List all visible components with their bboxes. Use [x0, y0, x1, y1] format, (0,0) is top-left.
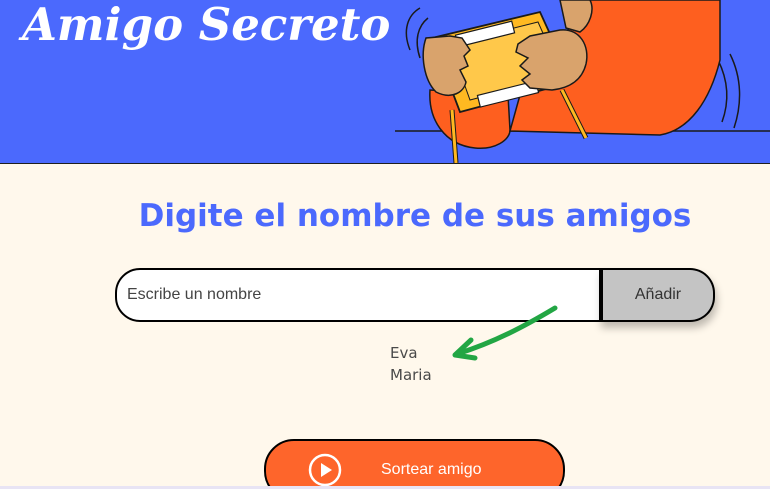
person-holding-game-console-illustration — [395, 0, 770, 163]
page-heading: Digite el nombre de sus amigos — [138, 198, 692, 234]
green-arrow-annotation — [452, 305, 558, 361]
play-circle-icon — [308, 453, 342, 487]
page: Amigo Secreto Digite el nombre de sus am… — [0, 0, 770, 489]
draw-friend-button[interactable]: Sortear amigo — [264, 439, 565, 489]
header-banner: Amigo Secreto — [0, 0, 770, 164]
add-friend-button[interactable]: Añadir — [599, 268, 715, 322]
friend-list-item: Maria — [390, 366, 432, 384]
add-friend-form: Añadir — [115, 268, 715, 322]
friend-list-item: Eva — [390, 344, 418, 362]
draw-button-label: Sortear amigo — [381, 461, 482, 478]
app-title: Amigo Secreto — [22, 0, 391, 51]
friends-list: Eva Maria — [390, 342, 432, 386]
